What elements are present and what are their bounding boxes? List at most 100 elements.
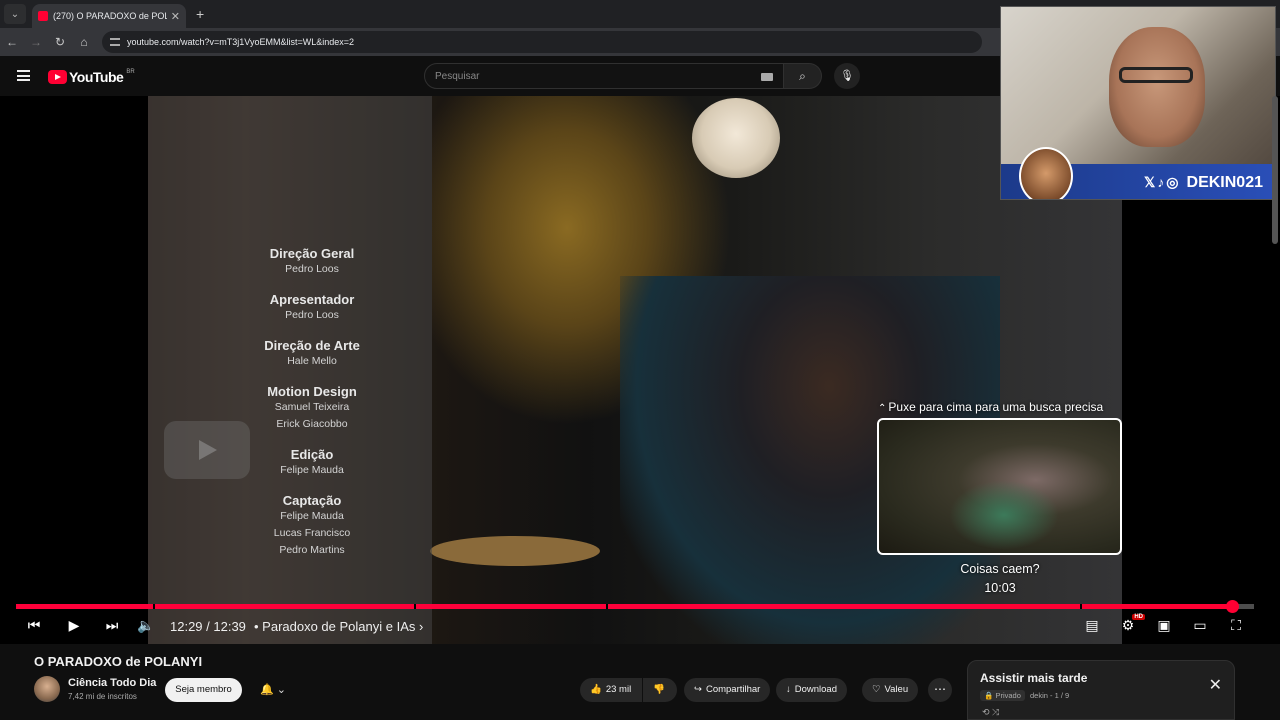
streamer-face bbox=[1109, 27, 1205, 147]
subscriber-count: 7,42 mi de inscritos bbox=[68, 692, 137, 701]
side-table bbox=[430, 536, 600, 566]
double-chevron-up-icon: ⌃ bbox=[878, 403, 887, 414]
youtube-logo[interactable]: YouTube BR bbox=[48, 69, 135, 85]
search-button[interactable]: ⌕ bbox=[784, 63, 822, 89]
previous-icon[interactable]: ⏮ bbox=[22, 617, 46, 637]
credit-role: Apresentador bbox=[269, 292, 355, 307]
credit-name: Pedro Martins bbox=[279, 544, 345, 556]
watch-later-playlist-panel: Assistir mais tarde 🔒 Privado dekin - 1 … bbox=[967, 660, 1235, 720]
youtube-play-logo-icon bbox=[48, 70, 67, 84]
bell-icon: 🔔 bbox=[260, 684, 274, 696]
voice-search-mic-icon[interactable]: 🎙 bbox=[834, 63, 860, 89]
subtitles-icon[interactable]: ▤ bbox=[1080, 617, 1104, 637]
back-arrow-icon[interactable]: ← bbox=[0, 35, 24, 49]
privacy-badge: 🔒 Privado bbox=[980, 690, 1025, 701]
credit-role: Motion Design bbox=[267, 384, 357, 399]
ghost-play-logo-icon bbox=[164, 421, 250, 479]
fullscreen-icon[interactable]: ⛶ bbox=[1224, 617, 1248, 637]
credits-list: Direção Geral Pedro Loos Apresentador Pedro… bbox=[240, 246, 384, 566]
reload-icon[interactable]: ↻ bbox=[48, 35, 72, 49]
credit-name: Felipe Mauda bbox=[280, 464, 344, 476]
credit-name: Pedro Loos bbox=[285, 263, 339, 275]
credit-role: Direção Geral bbox=[269, 246, 355, 261]
social-handle: DEKIN021 bbox=[1186, 173, 1263, 191]
download-button[interactable]: ↓ Download bbox=[776, 678, 847, 702]
credit-block: Direção Geral Pedro Loos bbox=[240, 246, 384, 278]
share-button[interactable]: ↪ Compartilhar bbox=[684, 678, 771, 702]
playlist-title[interactable]: Assistir mais tarde bbox=[980, 671, 1087, 685]
thanks-label: Valeu bbox=[884, 684, 909, 695]
webcam-overlay: 𝕏♪◎ DEKIN021 bbox=[1000, 6, 1276, 200]
next-icon[interactable]: ⏭ bbox=[100, 617, 124, 637]
notification-bell-button[interactable]: 🔔 ⌄ bbox=[250, 678, 296, 702]
thanks-button[interactable]: ♡ Valeu bbox=[862, 678, 919, 702]
dislike-button[interactable]: 👎 bbox=[643, 678, 677, 702]
heart-dollar-icon: ♡ bbox=[872, 684, 881, 695]
chapter-divider bbox=[414, 604, 416, 609]
credit-name: Lucas Francisco bbox=[273, 527, 351, 539]
theater-mode-icon[interactable]: ▭ bbox=[1188, 617, 1212, 637]
credit-role: Edição bbox=[290, 447, 334, 462]
share-icon: ↪ bbox=[694, 684, 702, 695]
home-icon[interactable]: ⌂ bbox=[72, 35, 96, 49]
social-icons: 𝕏♪◎ bbox=[1144, 174, 1181, 190]
playlist-meta: dekin - 1 / 9 bbox=[1030, 691, 1070, 700]
credit-name: Felipe Mauda bbox=[280, 510, 344, 522]
credit-name: Samuel Teixeira bbox=[274, 401, 350, 413]
close-tab-icon[interactable]: ✕ bbox=[171, 10, 180, 23]
site-settings-icon[interactable] bbox=[110, 38, 120, 46]
youtube-favicon-icon bbox=[38, 11, 48, 21]
search-input[interactable]: Pesquisar bbox=[424, 63, 784, 89]
browser-tab[interactable]: (270) O PARADOXO de POLANYI ✕ bbox=[32, 4, 186, 28]
chapter-divider bbox=[153, 604, 155, 609]
like-button[interactable]: 👍 23 mil bbox=[580, 678, 642, 702]
download-icon: ↓ bbox=[786, 684, 791, 695]
cartoon-avatar-icon bbox=[1019, 147, 1073, 199]
forward-arrow-icon[interactable]: → bbox=[24, 35, 48, 49]
more-actions-icon[interactable]: ⋯ bbox=[928, 678, 952, 702]
chapter-label: Paradoxo de Polanyi e IAs bbox=[262, 619, 416, 634]
keyboard-icon[interactable] bbox=[761, 73, 773, 81]
logo-wordmark: YouTube bbox=[69, 69, 124, 85]
credit-name: Pedro Loos bbox=[285, 309, 339, 321]
hamburger-menu-icon[interactable] bbox=[17, 70, 30, 81]
lamp-scene-element bbox=[692, 98, 780, 178]
tab-title: (270) O PARADOXO de POLANYI bbox=[53, 11, 167, 21]
privacy-label: Privado bbox=[995, 691, 1021, 700]
volume-icon[interactable]: 🔈 bbox=[134, 617, 158, 637]
credit-block: Apresentador Pedro Loos bbox=[240, 292, 384, 324]
chapter-divider bbox=[606, 604, 608, 609]
play-icon[interactable]: ▶ bbox=[62, 617, 86, 637]
search-icon: ⌕ bbox=[799, 69, 806, 83]
seek-hint: ⌃ Puxe para cima para uma busca precisa bbox=[878, 400, 1122, 414]
settings-gear-icon[interactable]: ⚙ HD bbox=[1116, 614, 1145, 637]
player-controls: ⏮ ▶ ⏭ 🔈 12:29 / 12:39 • Paradoxo de Pola… bbox=[0, 612, 1280, 644]
seek-preview-thumbnail bbox=[877, 418, 1122, 555]
tab-search-chevron-icon[interactable]: ⌄ bbox=[4, 4, 26, 24]
preview-chapter-title: Coisas caem? bbox=[960, 562, 1040, 576]
miniplayer-icon[interactable]: ▣ bbox=[1152, 617, 1176, 637]
url-text: youtube.com/watch?v=mT3j1VyoEMM&list=WL&… bbox=[127, 37, 355, 47]
credit-block: Edição Felipe Mauda bbox=[240, 447, 384, 479]
thumbs-up-icon: 👍 bbox=[590, 684, 602, 695]
glasses bbox=[1119, 67, 1193, 83]
new-tab-plus-icon[interactable]: + bbox=[196, 6, 204, 22]
channel-name[interactable]: Ciência Todo Dia bbox=[68, 677, 156, 689]
video-title: O PARADOXO de POLANYI bbox=[34, 654, 203, 669]
join-button[interactable]: Seja membro bbox=[165, 678, 242, 702]
channel-avatar[interactable] bbox=[34, 676, 60, 702]
country-code: BR bbox=[126, 69, 135, 75]
close-playlist-icon[interactable]: ✕ bbox=[1209, 675, 1222, 695]
like-count: 23 mil bbox=[605, 684, 632, 695]
progress-hover bbox=[16, 604, 1001, 609]
page-scrollbar[interactable] bbox=[1272, 96, 1278, 244]
progress-bar[interactable] bbox=[16, 600, 1254, 613]
chapter-divider bbox=[1080, 604, 1082, 609]
credit-role: Direção de Arte bbox=[264, 338, 360, 353]
credit-block: Captação Felipe Mauda Lucas Francisco Pedro… bbox=[240, 493, 384, 559]
preview-timestamp: 10:03 bbox=[984, 581, 1016, 595]
url-field[interactable]: youtube.com/watch?v=mT3j1VyoEMM&list=WL&… bbox=[102, 31, 982, 53]
loop-shuffle-icons[interactable]: ⟲ ⤨ bbox=[982, 707, 999, 718]
chapter-button[interactable]: • Paradoxo de Polanyi e IAs › bbox=[254, 619, 423, 634]
credit-role: Captação bbox=[282, 493, 342, 508]
